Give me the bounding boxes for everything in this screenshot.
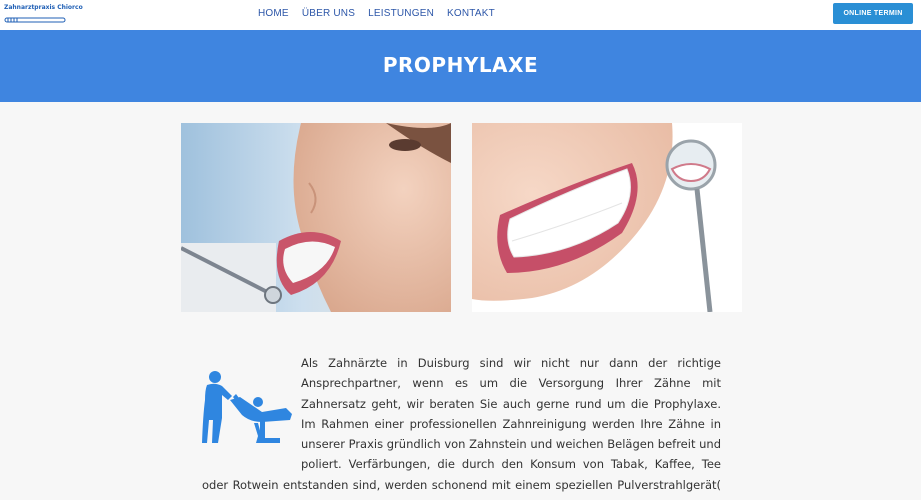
dental-treatment-photo [181, 123, 451, 312]
prophylaxe-text-block: Als Zahnärzte in Duisburg sind wir nicht… [202, 353, 721, 500]
nav-home[interactable]: HOME [258, 8, 289, 19]
nav-leistungen[interactable]: LEISTUNGEN [368, 8, 434, 19]
practice-logo[interactable]: Zahnarztpraxis Chiorco [4, 4, 83, 24]
nav-kontakt[interactable]: KONTAKT [447, 8, 495, 19]
nav-ueber-uns[interactable]: ÜBER UNS [302, 8, 355, 19]
page-title: PROPHYLAXE [382, 53, 539, 77]
toothbrush-logo-icon [4, 17, 66, 23]
page-title-banner: PROPHYLAXE [0, 30, 921, 102]
logo-text: Zahnarztpraxis Chiorco [4, 4, 83, 11]
smile-with-mirror-photo [472, 123, 742, 312]
top-navigation-bar: Zahnarztpraxis Chiorco HOME ÜBER UNS LEI… [0, 0, 921, 30]
main-nav: HOME ÜBER UNS LEISTUNGEN KONTAKT [258, 8, 495, 19]
online-termin-button[interactable]: ONLINE TERMIN [833, 3, 913, 24]
